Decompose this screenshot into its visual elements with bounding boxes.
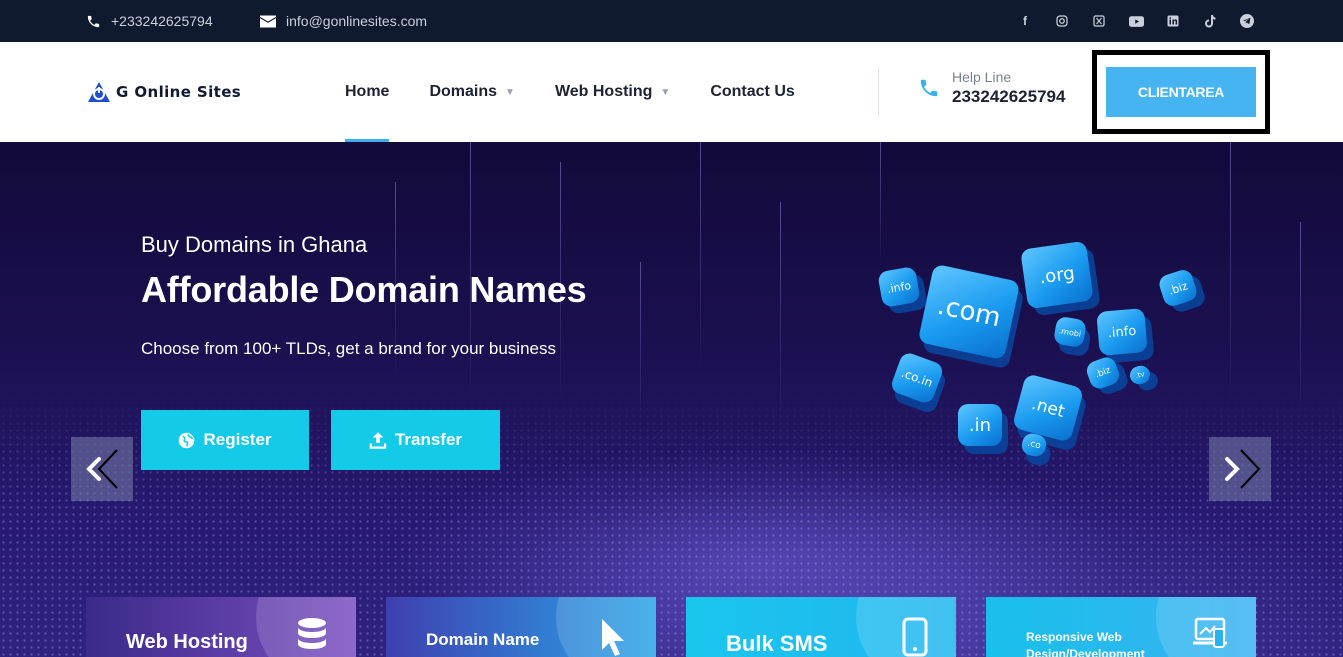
main-header: G Online Sites Home Domains ▼ Web Hostin… — [0, 42, 1343, 142]
tld-cube-mobi: .mobi — [1052, 315, 1088, 349]
hero-light-line — [1300, 222, 1301, 422]
transfer-label: Transfer — [394, 430, 463, 449]
header-divider — [878, 67, 879, 117]
hero-light-line — [880, 142, 881, 262]
tld-cube-com: .com — [917, 263, 1021, 361]
chevron-left-icon — [86, 449, 118, 489]
tld-cube-info: .info — [877, 265, 921, 309]
hero-description: Choose from 100+ TLDs, get a brand for y… — [141, 339, 556, 358]
tld-cube-biz-2: .biz — [1084, 354, 1122, 392]
phone-icon — [87, 15, 100, 27]
social-links: f — [1017, 0, 1255, 42]
phone-icon — [920, 79, 938, 97]
top-bar: +233242625794 info@gonlinesites.com f — [0, 0, 1343, 42]
tld-cube-info-2: .info — [1096, 307, 1148, 357]
nav-web-hosting[interactable]: Web Hosting ▼ — [555, 42, 670, 142]
youtube-icon[interactable] — [1128, 13, 1144, 29]
clientarea-button[interactable]: CLIENTAREA — [1106, 67, 1256, 117]
slider-prev-button[interactable] — [71, 437, 133, 501]
telegram-icon[interactable] — [1239, 13, 1255, 29]
tiktok-icon[interactable] — [1202, 13, 1218, 29]
nav-domains[interactable]: Domains ▼ — [429, 42, 514, 142]
hero-subtitle: Buy Domains in Ghana — [141, 232, 368, 257]
mobile-icon — [902, 617, 928, 657]
service-card-domain-name[interactable]: Domain Name — [386, 597, 656, 657]
globe-icon — [179, 432, 195, 448]
nav-web-hosting-label: Web Hosting — [554, 83, 653, 100]
instagram-icon[interactable] — [1054, 13, 1070, 29]
card-label: Responsive Web Design/Development — [1026, 630, 1145, 657]
nav-contact-us-label: Contact Us — [710, 83, 795, 100]
hero-light-line — [700, 142, 701, 372]
tld-cube-org: .org — [1020, 240, 1094, 310]
upload-icon — [369, 431, 387, 449]
helpline-label: Help Line — [952, 69, 1012, 85]
nav-contact-us[interactable]: Contact Us — [710, 42, 794, 142]
hero-title: Affordable Domain Names — [141, 269, 587, 310]
card-label: Bulk SMS — [726, 631, 828, 656]
service-card-web-hosting[interactable]: Web Hosting — [86, 597, 356, 657]
topbar-phone-text: +233242625794 — [111, 13, 213, 29]
facebook-icon[interactable]: f — [1017, 13, 1033, 29]
helpline-number: 233242625794 — [952, 87, 1066, 106]
hero-light-line — [1230, 142, 1231, 402]
register-label: Register — [203, 430, 272, 449]
tld-cube-in: .in — [958, 404, 1002, 446]
slider-next-button[interactable] — [1209, 437, 1271, 501]
service-card-bulk-sms[interactable]: Bulk SMS — [686, 597, 956, 657]
tld-cube-biz: .biz — [1156, 267, 1200, 309]
linkedin-icon[interactable] — [1165, 13, 1181, 29]
tld-cube-tv: .tv — [1128, 363, 1152, 387]
transfer-button[interactable]: Transfer — [331, 410, 500, 470]
devices-icon — [1193, 617, 1227, 648]
chevron-right-icon — [1225, 449, 1261, 489]
register-button[interactable]: Register — [141, 410, 309, 470]
x-icon[interactable] — [1091, 13, 1107, 29]
caret-down-icon: ▼ — [505, 86, 515, 98]
hero-slider: Buy Domains in Ghana Affordable Domain N… — [0, 142, 1343, 657]
nav-domains-label: Domains — [429, 83, 498, 100]
nav-home[interactable]: Home — [345, 42, 390, 142]
caret-down-icon: ▼ — [660, 86, 671, 98]
nav-home-label: Home — [345, 83, 390, 100]
topbar-email[interactable]: info@gonlinesites.com — [260, 0, 427, 42]
database-icon — [298, 618, 326, 649]
cursor-icon — [602, 619, 624, 656]
card-label: Web Hosting — [126, 631, 248, 653]
helpline[interactable]: Help Line 233242625794 — [918, 69, 1065, 107]
main-nav: Home Domains ▼ Web Hosting ▼ Contact Us — [345, 42, 835, 142]
topbar-phone[interactable]: +233242625794 — [86, 0, 213, 42]
card-label: Domain Name — [426, 630, 540, 649]
logo-text: G Online Sites — [116, 83, 242, 101]
hero-light-line — [640, 262, 641, 422]
hero-light-line — [780, 202, 781, 422]
service-card-web-design[interactable]: Responsive Web Design/Development — [986, 597, 1256, 657]
logo-icon — [88, 82, 110, 102]
topbar-email-text: info@gonlinesites.com — [286, 13, 428, 29]
envelope-icon — [260, 15, 276, 27]
site-logo[interactable]: G Online Sites — [86, 80, 241, 104]
